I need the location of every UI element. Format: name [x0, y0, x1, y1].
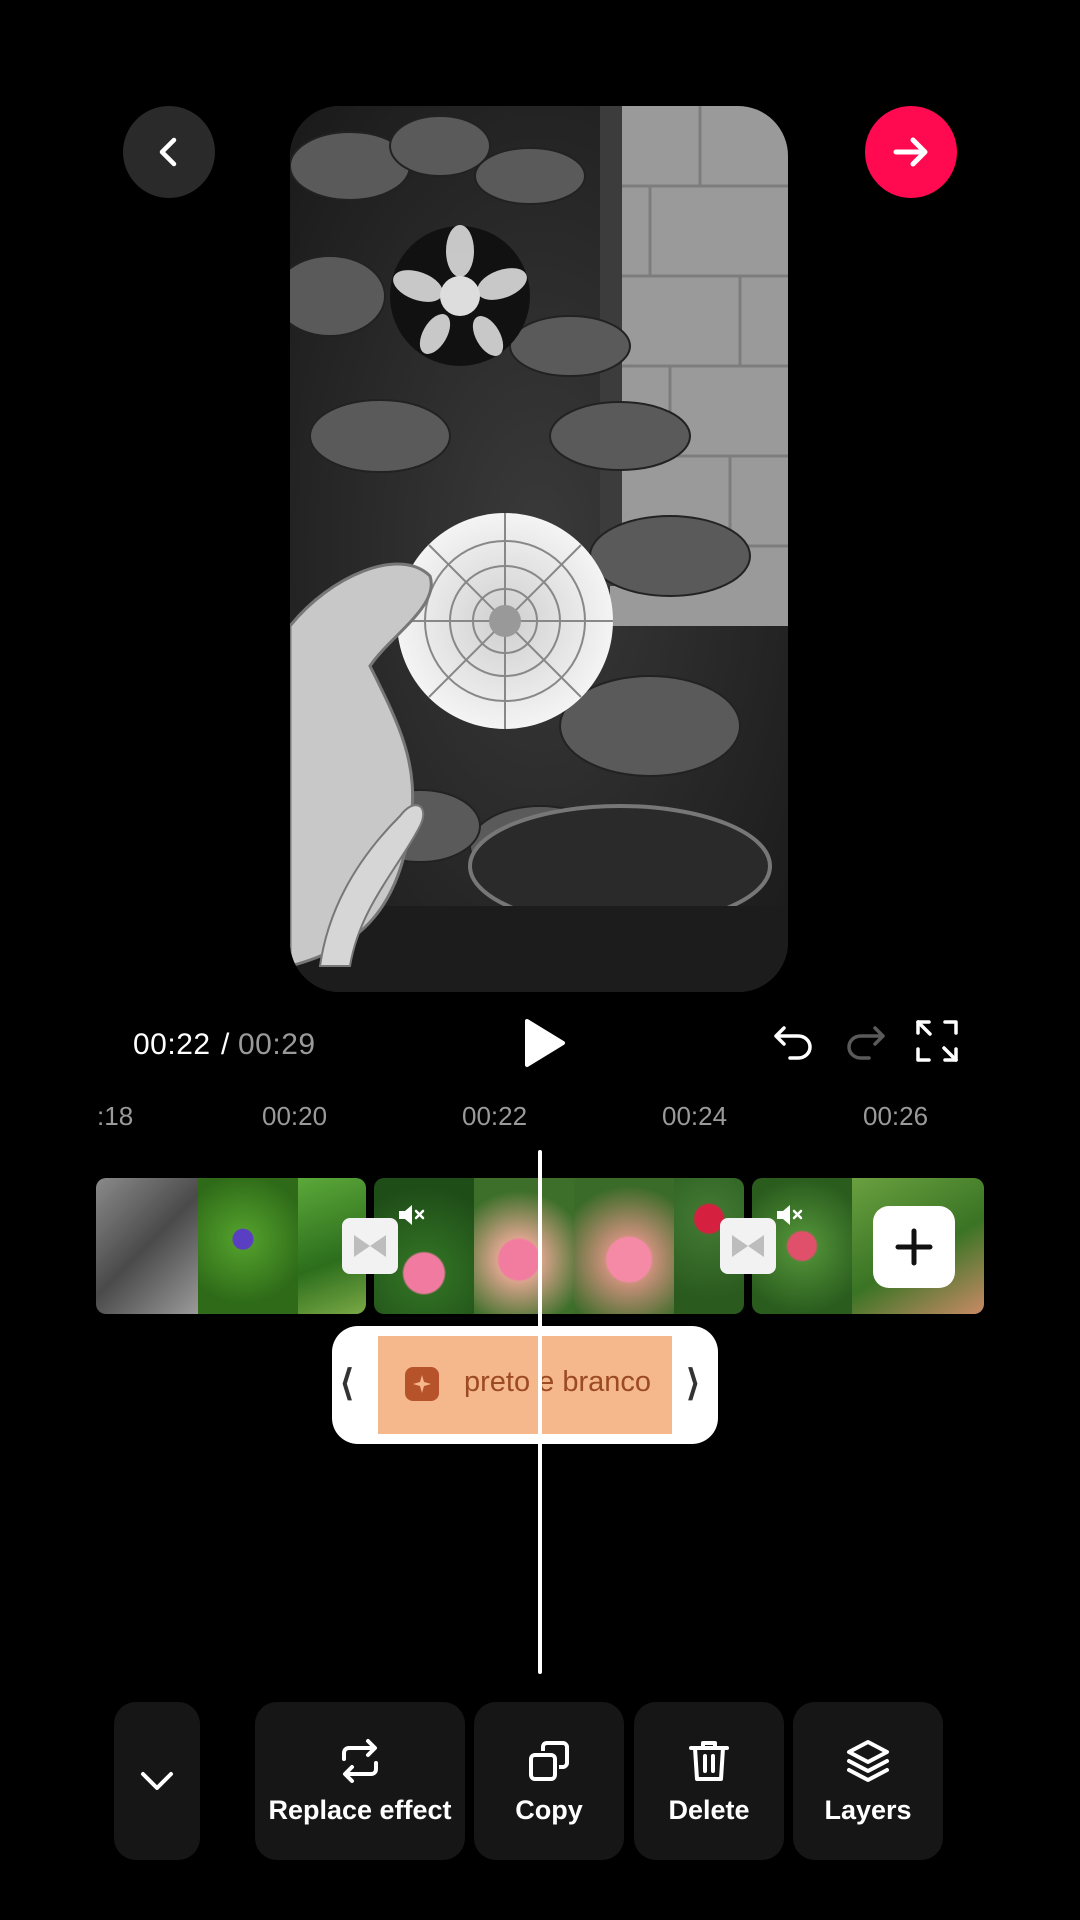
video-preview[interactable] — [290, 106, 788, 992]
collapse-button[interactable] — [114, 1702, 200, 1860]
preview-image — [290, 106, 788, 992]
copy-button[interactable]: Copy — [474, 1702, 624, 1860]
play-icon — [525, 1019, 565, 1067]
video-clip[interactable] — [96, 1178, 366, 1314]
play-button[interactable] — [515, 1015, 571, 1071]
ruler-tick: 00:20 — [262, 1101, 328, 1131]
transition-button[interactable] — [342, 1218, 398, 1274]
undo-button[interactable] — [770, 1018, 816, 1064]
clip-thumbnail — [474, 1178, 574, 1314]
clip-thumbnail — [198, 1178, 298, 1314]
mute-icon — [399, 1205, 425, 1225]
undo-icon — [774, 1026, 812, 1060]
fullscreen-icon — [916, 1020, 958, 1062]
add-clip-button[interactable] — [873, 1206, 955, 1288]
redo-button[interactable] — [843, 1018, 889, 1064]
transition-button[interactable] — [720, 1218, 776, 1274]
plus-icon — [895, 1228, 933, 1266]
replace-effect-button[interactable]: Replace effect — [255, 1702, 465, 1860]
ruler-tick: 00:22 — [462, 1101, 528, 1131]
trim-handle-right[interactable]: ⟩ — [686, 1362, 700, 1404]
replace-icon — [342, 1738, 378, 1783]
current-time: 00:22 — [133, 1028, 211, 1061]
fullscreen-button[interactable] — [914, 1018, 960, 1064]
clip-thumbnail — [574, 1178, 674, 1314]
mute-icon — [777, 1205, 803, 1225]
redo-icon — [847, 1026, 885, 1060]
effect-label: preto e branco — [464, 1366, 652, 1398]
chevron-down-icon — [141, 1772, 173, 1790]
delete-label: Delete — [668, 1794, 750, 1825]
next-button[interactable] — [865, 106, 957, 198]
ruler-tick: 00:26 — [863, 1101, 929, 1131]
replace-effect-label: Replace effect — [268, 1794, 452, 1825]
total-time: 00:29 — [238, 1028, 316, 1061]
video-clip[interactable] — [374, 1178, 744, 1314]
clip-thumbnail — [96, 1178, 198, 1314]
sparkle-icon — [405, 1367, 439, 1401]
layers-icon — [847, 1739, 889, 1782]
copy-icon — [529, 1740, 569, 1781]
playhead[interactable] — [538, 1150, 542, 1674]
chevron-left-icon — [159, 137, 177, 167]
copy-label: Copy — [515, 1794, 583, 1825]
time-separator: / — [221, 1028, 230, 1061]
layers-label: Layers — [824, 1794, 912, 1825]
trim-handle-left[interactable]: ⟨ — [340, 1362, 354, 1404]
layers-button[interactable]: Layers — [793, 1702, 943, 1860]
transition-icon — [732, 1235, 764, 1257]
ruler-tick: 00:24 — [662, 1101, 728, 1131]
arrow-right-icon — [893, 137, 928, 167]
transition-icon — [354, 1235, 386, 1257]
trash-icon — [689, 1740, 729, 1781]
back-button[interactable] — [123, 106, 215, 198]
ruler-tick: :18 — [97, 1101, 134, 1131]
delete-button[interactable]: Delete — [634, 1702, 784, 1860]
